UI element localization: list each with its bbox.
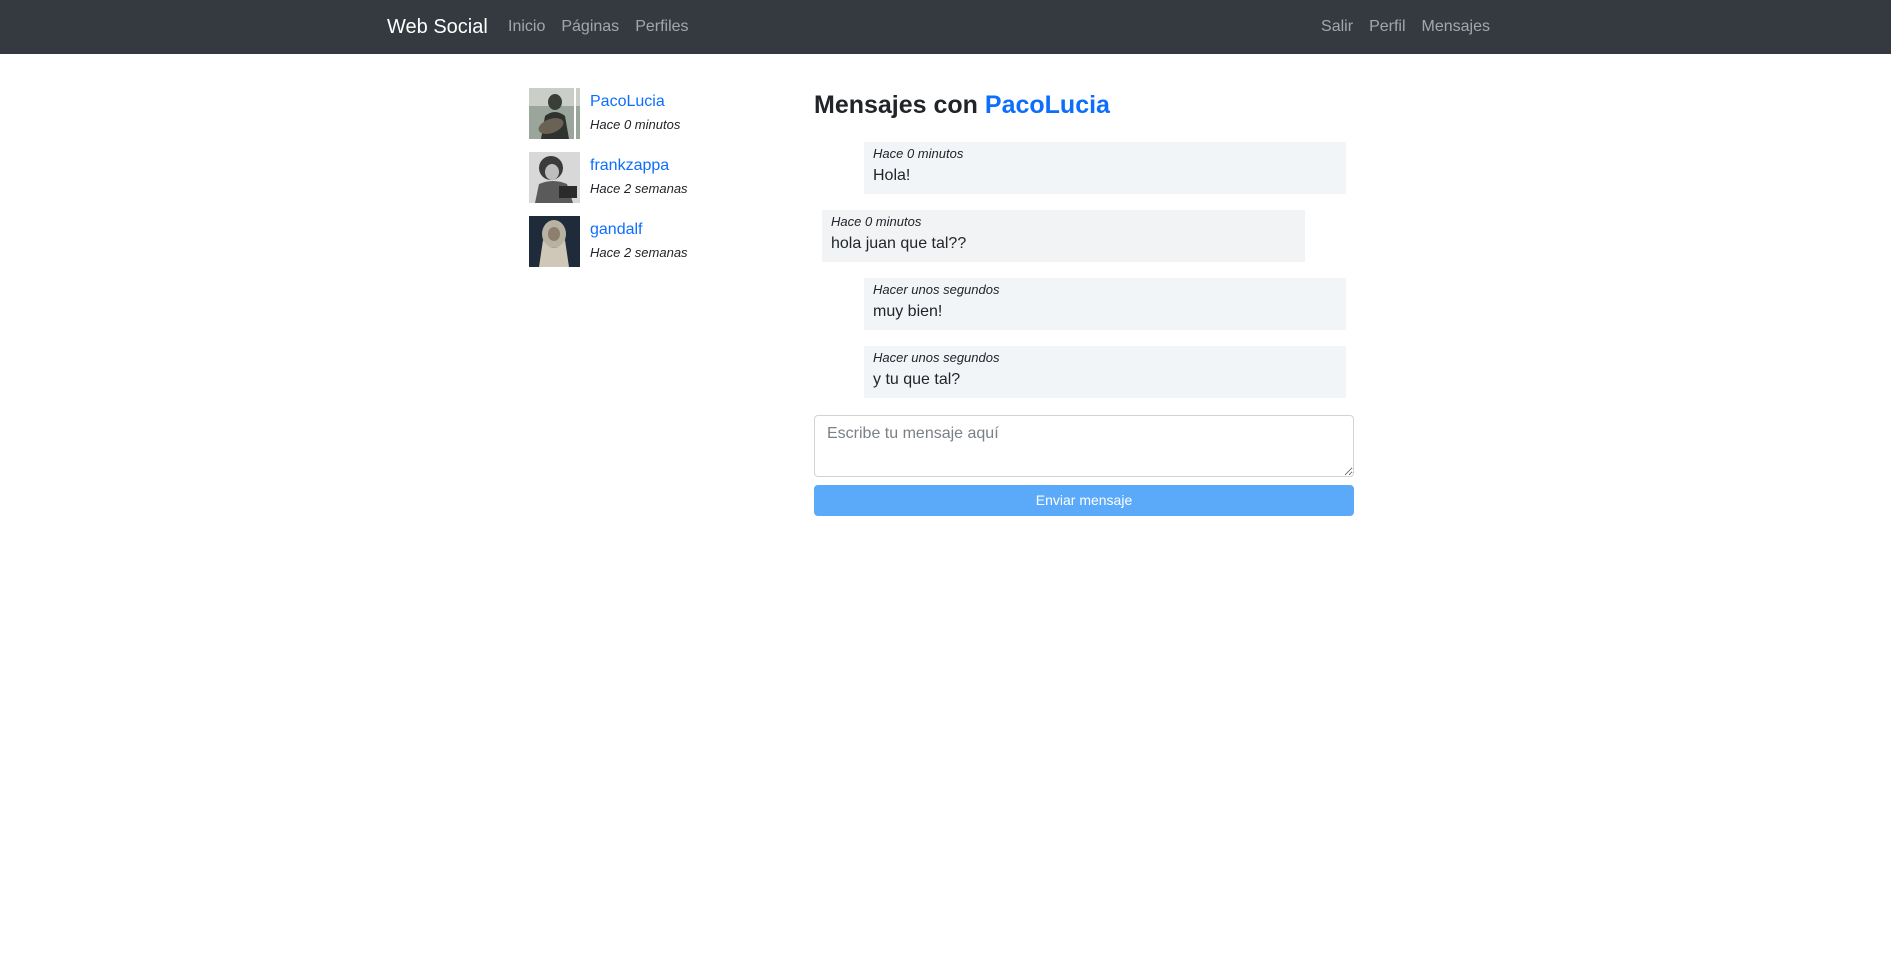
- message-list: Hace 0 minutos Hola! Hace 0 minutos hola…: [814, 142, 1354, 398]
- conversation-text: frankzappa Hace 2 semanas: [590, 152, 688, 197]
- conversation-username[interactable]: gandalf: [590, 220, 688, 240]
- nav-link-inicio[interactable]: Inicio: [508, 16, 545, 38]
- chat-partner-link[interactable]: PacoLucia: [985, 91, 1110, 119]
- compose-form: Enviar mensaje: [814, 415, 1354, 516]
- conversation-time: Hace 0 minutos: [590, 117, 681, 132]
- conversation-list: PacoLucia Hace 0 minutos frankzappa Hace…: [529, 88, 769, 280]
- message-time: Hace 0 minutos: [831, 214, 922, 229]
- message-text: y tu que tal?: [873, 371, 961, 388]
- avatar[interactable]: [529, 152, 580, 203]
- nav-right-links: Salir Perfil Mensajes: [1321, 16, 1490, 38]
- conversation-username[interactable]: PacoLucia: [590, 92, 680, 112]
- nav-link-paginas[interactable]: Páginas: [561, 16, 619, 38]
- nav-link-salir[interactable]: Salir: [1321, 16, 1353, 38]
- chat-title: Mensajes con PacoLucia: [814, 88, 1354, 122]
- conversation-time: Hace 2 semanas: [590, 245, 688, 260]
- message-text: hola juan que tal??: [831, 235, 967, 252]
- nav-left-links: Inicio Páginas Perfiles: [508, 16, 689, 38]
- nav-link-perfiles[interactable]: Perfiles: [635, 16, 688, 38]
- chat-panel: Mensajes con PacoLucia Hace 0 minutos Ho…: [814, 88, 1354, 414]
- send-message-button[interactable]: Enviar mensaje: [814, 485, 1354, 516]
- nav-link-perfil[interactable]: Perfil: [1369, 16, 1405, 38]
- message-text: Hola!: [873, 167, 911, 184]
- brand-logo-link[interactable]: Web Social: [387, 14, 488, 40]
- top-navbar: Web Social Inicio Páginas Perfiles Salir…: [0, 0, 1891, 54]
- conversation-username[interactable]: frankzappa: [590, 156, 688, 176]
- message-received: Hace 0 minutos hola juan que tal??: [822, 210, 1305, 262]
- message-time: Hace 0 minutos: [873, 146, 964, 161]
- conversation-item-pacolucia[interactable]: PacoLucia Hace 0 minutos: [529, 88, 769, 152]
- message-time: Hacer unos segundos: [873, 350, 1000, 365]
- message-text: muy bien!: [873, 303, 943, 320]
- message-sent: Hace 0 minutos Hola!: [864, 142, 1346, 194]
- avatar[interactable]: [529, 216, 580, 267]
- message-time: Hacer unos segundos: [873, 282, 1000, 297]
- chat-title-prefix: Mensajes con: [814, 91, 978, 119]
- conversation-text: gandalf Hace 2 semanas: [590, 216, 688, 261]
- avatar[interactable]: [529, 88, 580, 139]
- message-input[interactable]: [814, 415, 1354, 477]
- message-sent: Hacer unos segundos muy bien!: [864, 278, 1346, 330]
- nav-link-mensajes[interactable]: Mensajes: [1422, 16, 1490, 38]
- conversation-time: Hace 2 semanas: [590, 181, 688, 196]
- conversation-item-gandalf[interactable]: gandalf Hace 2 semanas: [529, 216, 769, 280]
- conversation-item-frankzappa[interactable]: frankzappa Hace 2 semanas: [529, 152, 769, 216]
- message-sent: Hacer unos segundos y tu que tal?: [864, 346, 1346, 398]
- conversation-text: PacoLucia Hace 0 minutos: [590, 88, 680, 133]
